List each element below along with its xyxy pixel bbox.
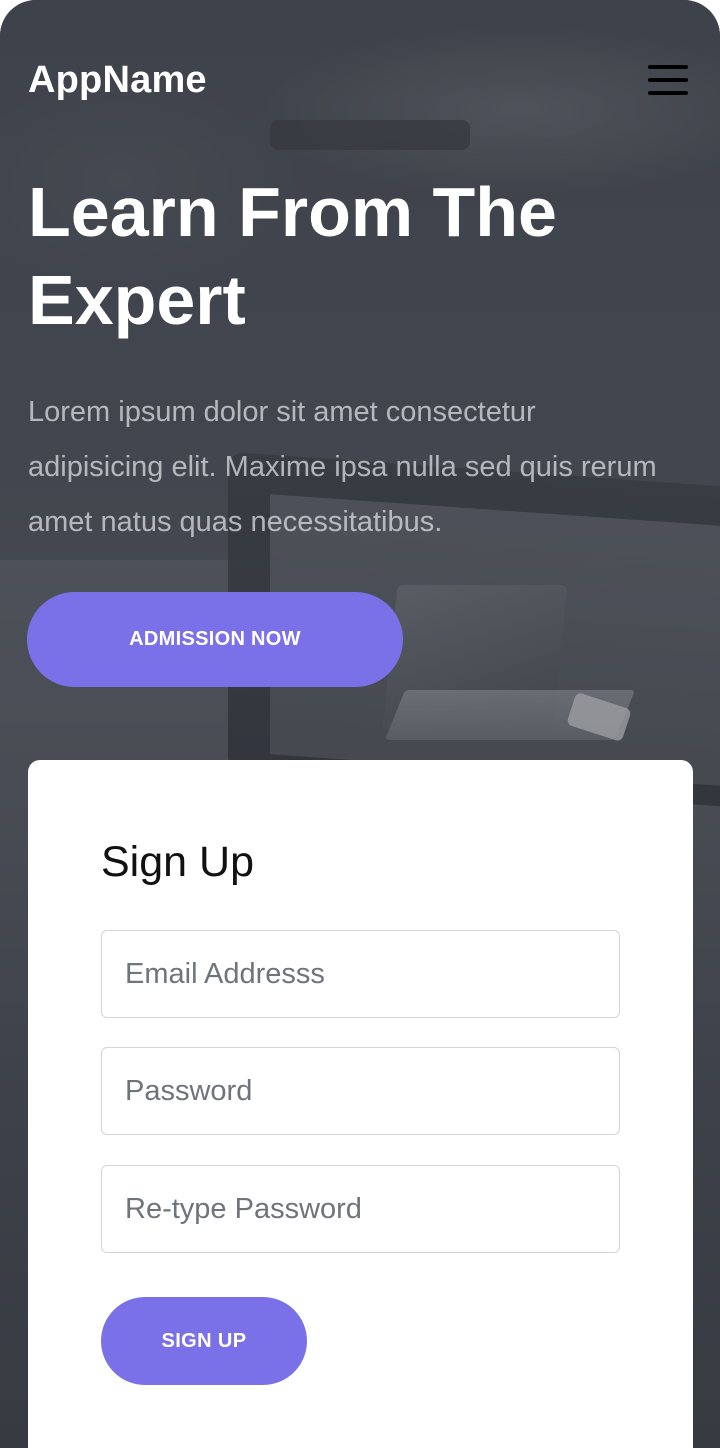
admission-now-button[interactable]: ADMISSION NOW — [27, 592, 403, 687]
signup-title: Sign Up — [101, 838, 254, 886]
hero-description: Lorem ipsum dolor sit amet consectetur a… — [28, 396, 657, 538]
menu-bar — [648, 78, 688, 82]
top-navbar: AppName — [28, 52, 688, 108]
signup-button[interactable]: SIGN UP — [101, 1297, 307, 1385]
hero-title: Learn From The Expert — [28, 173, 557, 339]
menu-bar — [648, 65, 688, 69]
signup-card: Sign Up SIGN UP — [28, 760, 693, 1448]
brand-logo[interactable]: AppName — [28, 59, 207, 102]
password-field[interactable] — [101, 1047, 620, 1135]
screen: AppName Learn From The Expert Lorem ipsu… — [0, 0, 720, 1448]
hamburger-menu-icon[interactable] — [648, 65, 688, 95]
retype-password-field[interactable] — [101, 1165, 620, 1253]
menu-bar — [648, 91, 688, 95]
email-field[interactable] — [101, 930, 620, 1018]
